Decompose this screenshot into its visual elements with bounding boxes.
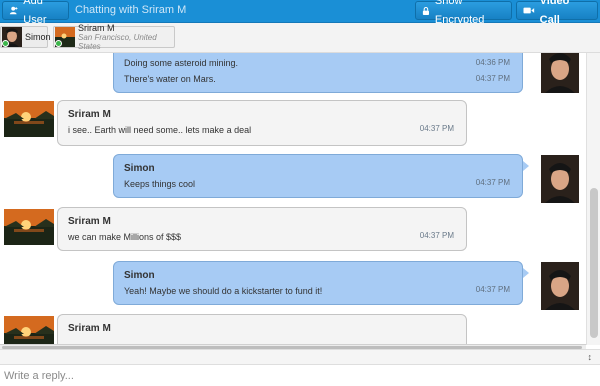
message-text: Yeah! Maybe we should do a kickstarter t…	[124, 286, 323, 296]
sriram-avatar	[4, 316, 54, 345]
message-time: 04:37 PM	[419, 231, 454, 240]
tab-sriram-label: Sriram M	[78, 23, 115, 33]
message-sender: Simon	[124, 163, 155, 174]
message-text: i see.. Earth will need some.. lets make…	[68, 125, 252, 135]
add-user-icon	[9, 6, 18, 15]
sriram-avatar	[4, 209, 54, 245]
tab-sriram-location: San Francisco, United States	[78, 33, 157, 51]
chat-title: Chatting with Sriram M	[75, 4, 187, 16]
message-time: 04:37 PM	[475, 74, 510, 83]
message-bubble: Sriram M we can make Millions of $$$ 04:…	[57, 207, 467, 251]
message-text: There's water on Mars.	[124, 74, 216, 84]
message-time: 04:37 PM	[475, 285, 510, 294]
message-list: Doing some asteroid mining. 04:36 PM The…	[0, 53, 585, 345]
simon-avatar	[2, 27, 22, 47]
reply-input[interactable]	[0, 365, 600, 386]
top-bar: Add User Chatting with Sriram M Show Enc…	[0, 0, 600, 26]
sriram-avatar	[4, 101, 54, 137]
show-encrypted-button[interactable]: Show Encrypted	[415, 0, 512, 26]
simon-avatar	[541, 262, 579, 310]
message-time: 04:36 PM	[475, 58, 510, 67]
message-sender: Sriram M	[68, 323, 111, 334]
tab-simon-label: Simon	[25, 32, 51, 42]
tab-simon[interactable]: Simon	[0, 26, 51, 48]
message-bubble: Sriram M i see.. Earth will need some.. …	[57, 100, 467, 146]
message-sender: Sriram M	[68, 109, 111, 120]
message-bubble: Doing some asteroid mining. 04:36 PM The…	[113, 53, 523, 93]
simon-avatar	[541, 53, 579, 93]
message-text: Keeps things cool	[124, 179, 196, 189]
message-bubble: Sriram M	[57, 314, 467, 345]
message-time: 04:37 PM	[475, 178, 510, 187]
video-call-button[interactable]: Video Call	[516, 0, 598, 26]
video-camera-icon	[523, 7, 535, 14]
contact-tabs: Simon Sriram M San Francisco, United Sta…	[0, 23, 600, 53]
composer-divider[interactable]: ↕	[0, 349, 600, 365]
message-text: Doing some asteroid mining.	[124, 58, 239, 68]
message-time: 04:37 PM	[419, 124, 454, 133]
add-user-button[interactable]: Add User	[2, 0, 69, 26]
message-bubble: Simon Yeah! Maybe we should do a kicksta…	[113, 261, 523, 305]
bubble-tail	[523, 161, 529, 171]
vertical-scrollbar[interactable]	[586, 53, 600, 345]
tab-sriram[interactable]: Sriram M San Francisco, United States	[53, 23, 175, 51]
vertical-scroll-thumb[interactable]	[590, 188, 598, 338]
message-sender: Simon	[124, 270, 155, 281]
sriram-avatar	[55, 27, 75, 47]
bubble-tail	[523, 268, 529, 278]
online-status-dot	[2, 40, 9, 47]
message-sender: Sriram M	[68, 216, 111, 227]
simon-avatar	[541, 155, 579, 203]
lock-icon	[422, 6, 429, 15]
message-text: we can make Millions of $$$	[68, 232, 182, 242]
message-bubble: Simon Keeps things cool 04:37 PM	[113, 154, 523, 198]
online-status-dot	[55, 40, 62, 47]
resize-handle-icon[interactable]: ↕	[588, 352, 593, 362]
